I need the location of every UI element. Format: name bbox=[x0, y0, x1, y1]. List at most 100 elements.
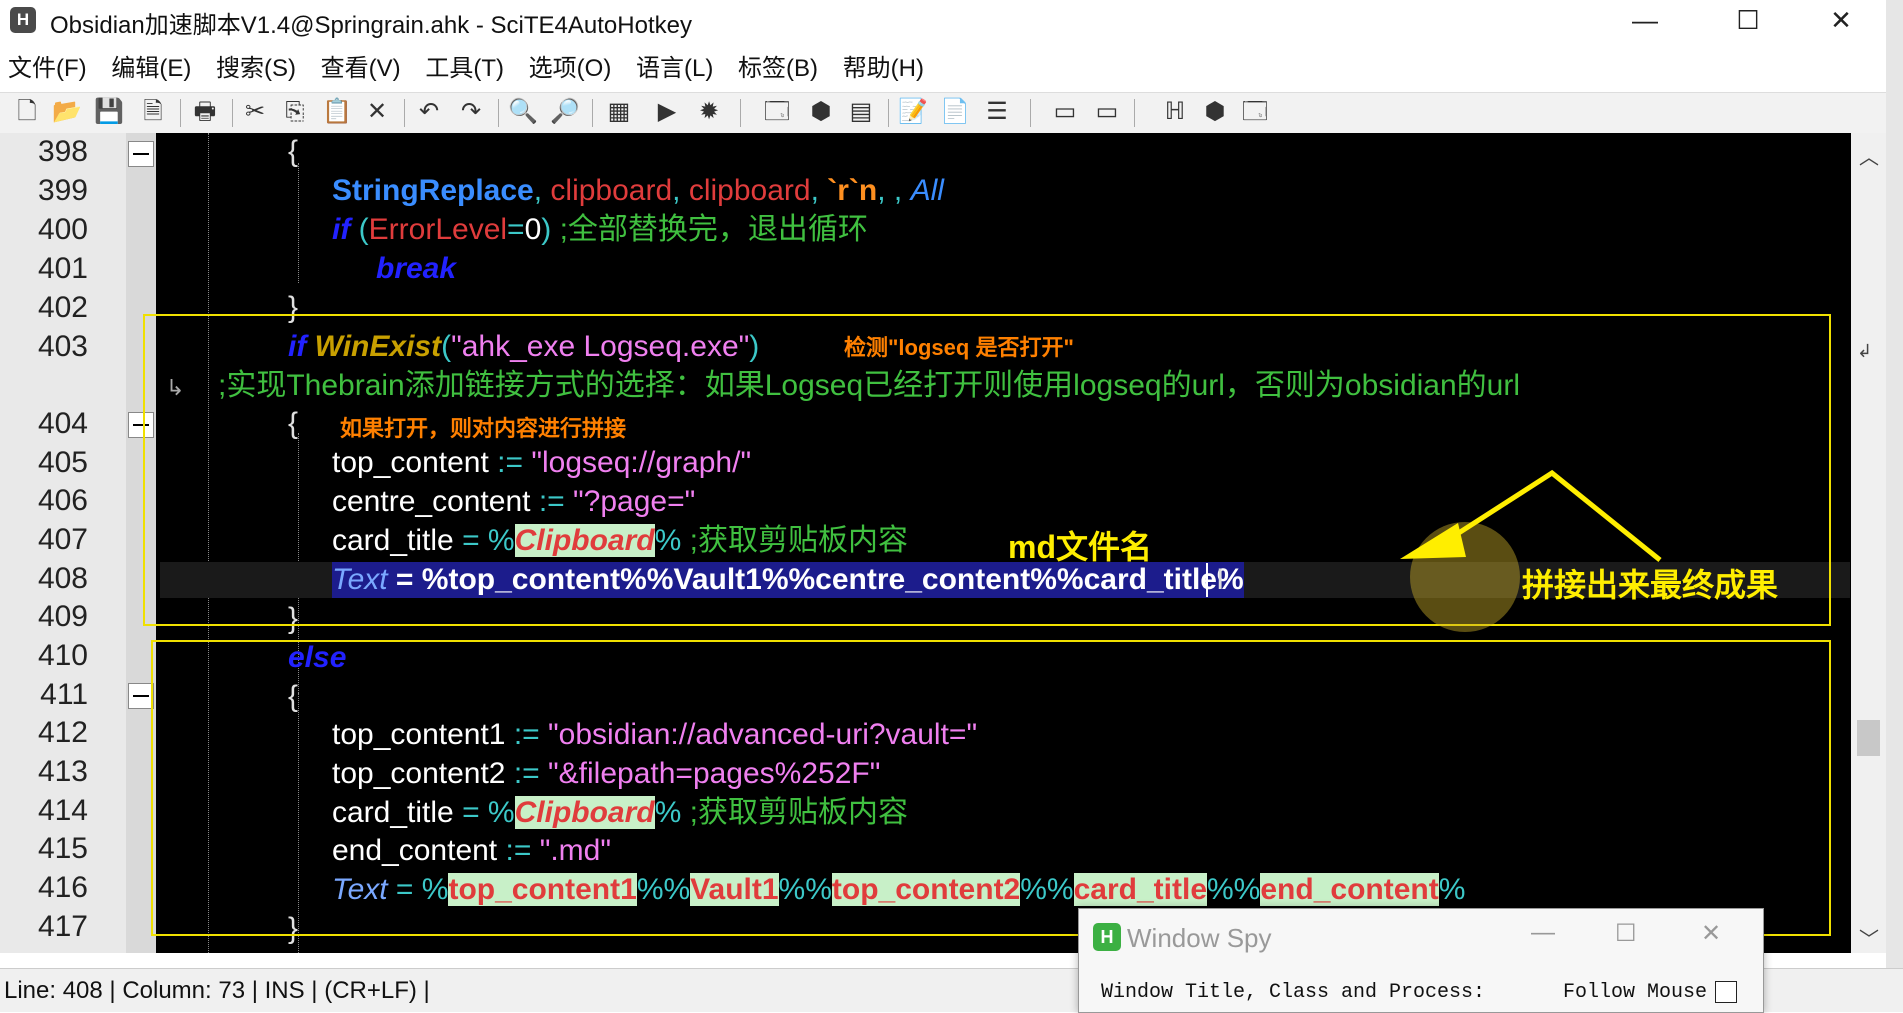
line-number: 414 bbox=[37, 794, 88, 827]
status-text: Line: 408 | Column: 73 | INS | (CR+LF) | bbox=[4, 977, 430, 1004]
menu-search[interactable]: 搜索(S) bbox=[216, 48, 296, 83]
undo-icon[interactable]: ↶ bbox=[414, 97, 444, 127]
line-number: 417 bbox=[37, 910, 88, 943]
line-number: 416 bbox=[37, 871, 88, 904]
list-icon[interactable]: ☰ bbox=[982, 97, 1012, 127]
replace-icon[interactable]: 🔎 bbox=[550, 97, 580, 127]
minimize-button[interactable]: — bbox=[1600, 0, 1690, 40]
autohotkey-app-icon: H bbox=[10, 7, 36, 33]
window-edge bbox=[1886, 0, 1903, 1011]
scroll-down-icon[interactable]: ﹀ bbox=[1859, 923, 1879, 952]
line-number: 403 bbox=[37, 330, 88, 363]
menu-help[interactable]: 帮助(H) bbox=[843, 48, 924, 83]
toolbar-divider bbox=[1134, 99, 1135, 127]
toolbar-divider bbox=[232, 99, 233, 127]
close-button[interactable]: ✕ bbox=[1796, 0, 1886, 40]
find-icon[interactable]: 🔍 bbox=[508, 97, 538, 127]
line-number: 409 bbox=[37, 600, 88, 633]
cut-icon[interactable]: ✂ bbox=[240, 97, 270, 127]
line-number: 399 bbox=[37, 174, 88, 207]
help-file-icon[interactable]: ℍ bbox=[1160, 97, 1190, 127]
save-icon[interactable]: 💾 bbox=[94, 97, 124, 127]
spy-label: Window Title, Class and Process: bbox=[1101, 981, 1486, 1004]
menu-edit[interactable]: 编辑(E) bbox=[111, 48, 191, 83]
new-file-icon[interactable]: 🗋 bbox=[12, 97, 42, 127]
menu-language[interactable]: 语言(L) bbox=[636, 48, 713, 83]
toolbar: 🗋 📂 💾 🗎 🖶 ✂ ⎘ 📋 ✕ ↶ ↷ 🔍 🔎 ▦ ▶ ✹ 🗔 ⬢ ▤ 📝 … bbox=[0, 92, 1903, 134]
follow-mouse-checkbox[interactable] bbox=[1715, 981, 1737, 1003]
annotation-detect: 检测"logseq 是否打开" bbox=[844, 335, 1074, 360]
line-number: 410 bbox=[37, 639, 88, 672]
toolbar-divider bbox=[1030, 99, 1031, 127]
wrap-marker-icon: ↲ bbox=[1857, 341, 1873, 361]
toolbar-divider bbox=[888, 99, 889, 127]
window-alt-icon[interactable]: ▭ bbox=[1092, 97, 1122, 127]
menu-options[interactable]: 选项(O) bbox=[529, 48, 612, 83]
menu-view[interactable]: 查看(V) bbox=[321, 48, 401, 83]
run-icon[interactable]: ▶ bbox=[652, 97, 682, 127]
spy-close-button[interactable]: ✕ bbox=[1701, 919, 1721, 948]
annotation-box-obsidian bbox=[151, 640, 1831, 936]
compile-icon[interactable]: ▦ bbox=[604, 97, 634, 127]
line-number: 400 bbox=[37, 213, 88, 246]
menu-tools[interactable]: 工具(T) bbox=[425, 48, 504, 83]
window-spy-window[interactable]: H Window Spy — ☐ ✕ Window Title, Class a… bbox=[1078, 908, 1764, 1013]
line-number: 402 bbox=[37, 291, 88, 324]
maximize-button[interactable]: ☐ bbox=[1703, 0, 1793, 40]
toolbar-divider bbox=[592, 99, 593, 127]
menu-file[interactable]: 文件(F) bbox=[8, 48, 87, 83]
cube-icon[interactable]: ⬢ bbox=[806, 97, 836, 127]
package-icon[interactable]: ⬢ bbox=[1200, 97, 1230, 127]
spy-minimize-button[interactable]: — bbox=[1531, 919, 1555, 947]
open-folder-icon[interactable]: 📂 bbox=[52, 97, 82, 127]
code-line-400: if (ErrorLevel=0) ;全部替换完，退出循环 bbox=[332, 213, 868, 246]
fold-toggle[interactable] bbox=[128, 141, 154, 167]
follow-mouse-label: Follow Mouse bbox=[1563, 981, 1708, 1004]
line-number: 405 bbox=[37, 446, 88, 479]
form-icon[interactable]: ▤ bbox=[846, 97, 876, 127]
print-icon[interactable]: 🖶 bbox=[190, 97, 220, 127]
menu-bar: 文件(F) 编辑(E) 搜索(S) 查看(V) 工具(T) 选项(O) 语言(L… bbox=[0, 48, 934, 88]
debug-icon[interactable]: ✹ bbox=[694, 97, 724, 127]
delete-icon[interactable]: ✕ bbox=[362, 97, 392, 127]
line-number: 408 bbox=[37, 562, 88, 595]
line-number: 398 bbox=[37, 135, 88, 168]
code-line-399: StringReplace, clipboard, clipboard, `r`… bbox=[332, 174, 944, 207]
code-line-401: break bbox=[376, 252, 457, 285]
doc-icon[interactable]: 📄 bbox=[940, 97, 970, 127]
annotation-if-open: 如果打开，则对内容进行拼接 bbox=[340, 416, 627, 441]
line-number: 415 bbox=[37, 832, 88, 865]
toolbar-divider bbox=[404, 99, 405, 127]
annotation-md-name: md文件名 bbox=[1008, 529, 1153, 565]
vertical-scrollbar[interactable]: ︿ ﹀ ↲ bbox=[1851, 133, 1886, 953]
window-icon[interactable]: ▭ bbox=[1050, 97, 1080, 127]
window-spy-app-icon: H bbox=[1093, 923, 1121, 951]
line-number: 401 bbox=[37, 252, 88, 285]
code-line-398: { bbox=[288, 135, 299, 168]
line-number: 412 bbox=[37, 716, 88, 749]
window-spy-title: Window Spy bbox=[1127, 923, 1272, 953]
line-number: 404 bbox=[37, 407, 88, 440]
scrollbar-thumb[interactable] bbox=[1857, 720, 1880, 756]
title-bar: H Obsidian加速脚本V1.4@Springrain.ahk - SciT… bbox=[0, 0, 1903, 40]
toolbar-divider bbox=[180, 99, 181, 127]
window-title: Obsidian加速脚本V1.4@Springrain.ahk - SciTE4… bbox=[50, 12, 692, 39]
toolbar-divider bbox=[740, 99, 741, 127]
annotation-arrow-icon bbox=[1400, 469, 1662, 562]
window-spy-icon[interactable]: 🗔 bbox=[762, 97, 792, 127]
copy-icon[interactable]: ⎘ bbox=[280, 97, 310, 127]
menu-tabs[interactable]: 标签(B) bbox=[738, 48, 818, 83]
toolbar-divider bbox=[498, 99, 499, 127]
script-icon[interactable]: 📝 bbox=[898, 97, 928, 127]
settings-window-icon[interactable]: 🗔 bbox=[1240, 97, 1270, 127]
scroll-up-icon[interactable]: ︿ bbox=[1859, 141, 1879, 170]
line-number: 407 bbox=[37, 523, 88, 556]
paste-icon[interactable]: 📋 bbox=[322, 97, 352, 127]
indent-guide bbox=[298, 163, 299, 283]
spy-maximize-button[interactable]: ☐ bbox=[1615, 919, 1637, 948]
redo-icon[interactable]: ↷ bbox=[456, 97, 486, 127]
close-file-icon[interactable]: 🗎 bbox=[138, 97, 168, 127]
line-number: 413 bbox=[37, 755, 88, 788]
line-number: 411 bbox=[40, 678, 88, 711]
line-number: 406 bbox=[37, 484, 88, 517]
